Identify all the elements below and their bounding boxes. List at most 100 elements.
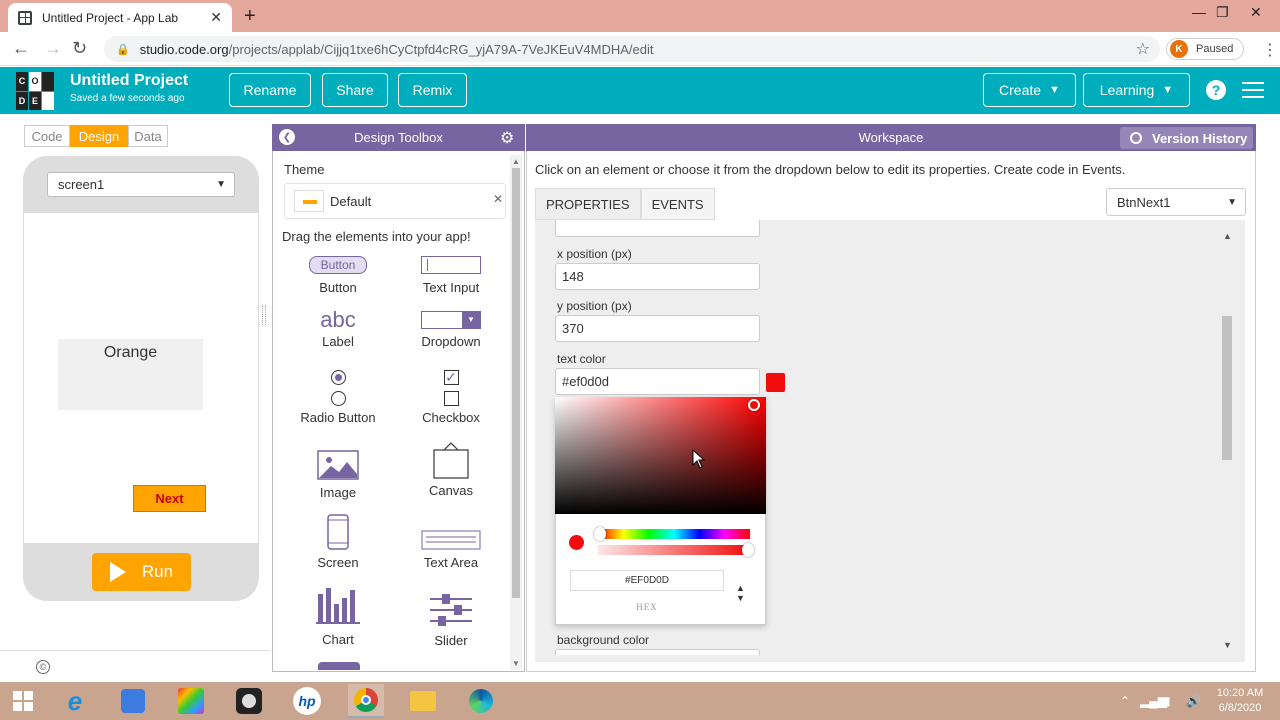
clock-icon (1130, 132, 1142, 144)
toolbox-item-canvas[interactable]: Canvas (395, 442, 507, 500)
volume-icon[interactable]: 🔊 (1186, 694, 1201, 708)
toolbox-item-text-area[interactable]: Text Area (395, 530, 507, 574)
hue-slider[interactable] (598, 529, 750, 539)
new-tab-plus-icon[interactable]: + (244, 5, 256, 28)
text-color-input[interactable]: #ef0d0d (555, 368, 760, 395)
scroll-up-icon[interactable]: ▲ (512, 157, 520, 166)
hp-app-icon[interactable]: hp (290, 684, 324, 718)
help-icon[interactable]: ? (1206, 80, 1226, 100)
system-clock[interactable]: 10:20 AM 6/8/2020 (1210, 686, 1270, 716)
hue-slider-handle[interactable] (594, 527, 606, 541)
recorder-app-icon[interactable] (232, 684, 266, 718)
panel-resize-handle[interactable] (262, 305, 266, 325)
screen-select[interactable]: screen1 ▼ (47, 172, 235, 197)
gear-icon[interactable]: ⚙ (500, 128, 514, 148)
minimize-icon[interactable]: — (1192, 4, 1206, 20)
play-icon (109, 562, 126, 582)
toolbox-item-radio-button[interactable]: Radio Button (282, 370, 394, 430)
collapse-toolbox-icon[interactable]: ❮ (279, 129, 295, 145)
previous-property-input[interactable] (555, 220, 760, 237)
close-window-icon[interactable]: ✕ (1250, 4, 1262, 21)
alpha-slider-handle[interactable] (742, 543, 754, 557)
code-org-logo[interactable]: C O D E (16, 72, 54, 110)
tray-chevron-icon[interactable]: ⌃ (1120, 694, 1130, 708)
edge-browser-icon[interactable] (464, 684, 498, 718)
screen-icon (327, 514, 349, 550)
scroll-up-icon[interactable]: ▲ (1223, 231, 1232, 241)
network-icon[interactable]: ▂▄▆ (1140, 694, 1167, 708)
scroll-down-icon[interactable]: ▼ (512, 659, 520, 668)
toolbox-next-item-partial (318, 662, 360, 670)
mode-data-button[interactable]: Data (128, 125, 168, 147)
mode-code-button[interactable]: Code (24, 125, 70, 147)
restore-icon[interactable]: ❐ (1216, 4, 1229, 21)
close-tab-icon[interactable]: ✕ (210, 9, 222, 26)
theme-value: Default (330, 194, 372, 209)
theme-label: Theme (284, 162, 325, 177)
chrome-taskbar-icon[interactable] (348, 684, 384, 718)
color-mode-toggle-icon[interactable]: ▲ ▼ (736, 583, 745, 603)
toolbox-scrollbar-thumb[interactable] (512, 168, 520, 598)
canvas-icon (433, 442, 469, 479)
browser-tab[interactable]: Untitled Project - App Lab ✕ (8, 3, 232, 32)
toolbox-item-slider[interactable]: Slider (395, 594, 507, 650)
properties-scrollbar-thumb[interactable] (1222, 316, 1232, 460)
toolbox-item-screen[interactable]: Screen (282, 514, 394, 574)
tab-properties[interactable]: PROPERTIES (535, 188, 641, 220)
scroll-down-icon[interactable]: ▼ (1223, 640, 1232, 650)
text-color-swatch[interactable] (766, 373, 785, 392)
toolbox-item-dropdown[interactable]: ▼ Dropdown (395, 308, 507, 352)
toolbox-item-label-element[interactable]: abc Label (282, 308, 394, 352)
chevron-down-icon: ▼ (216, 179, 226, 190)
preview-next-button[interactable]: Next (133, 485, 206, 512)
create-dropdown-button[interactable]: Create ▼ (983, 73, 1076, 107)
logo-blank-2 (42, 91, 54, 110)
rocket-app-icon[interactable] (116, 684, 150, 718)
preview-label-orange[interactable]: Orange (58, 339, 203, 410)
element-select[interactable]: BtnNext1 ▼ (1106, 188, 1246, 216)
chart-icon (316, 588, 360, 624)
copyright-icon[interactable]: © (36, 660, 50, 674)
toolbox-item-label: Chart (322, 632, 354, 647)
workspace-instruction: Click on an element or choose it from th… (535, 162, 1126, 177)
toolbox-item-button[interactable]: Button Button (282, 254, 394, 298)
media-app-icon[interactable] (174, 684, 208, 718)
bookmark-star-icon[interactable]: ☆ (1136, 39, 1150, 59)
toolbox-item-checkbox[interactable]: ✓ Checkbox (395, 370, 507, 430)
toolbox-item-label: Text Area (423, 555, 479, 570)
internet-explorer-icon[interactable]: e (58, 684, 92, 718)
toolbox-item-image[interactable]: Image (282, 450, 394, 500)
profile-button[interactable]: K Paused (1166, 38, 1244, 60)
hex-mode-label: HEX (636, 602, 658, 612)
reload-icon[interactable]: ↻ (72, 38, 87, 59)
battery-icon[interactable]: ▮ (1164, 694, 1171, 708)
theme-clear-icon[interactable]: ✕ (493, 192, 503, 206)
url-host: studio.code.org (139, 41, 229, 57)
alpha-slider[interactable] (598, 545, 750, 555)
hex-input[interactable]: #EF0D0D (570, 570, 724, 591)
learning-dropdown-button[interactable]: Learning ▼ (1083, 73, 1190, 107)
file-explorer-icon[interactable] (406, 684, 440, 718)
run-button[interactable]: Run (92, 553, 191, 591)
browser-menu-icon[interactable]: ⋮ (1262, 40, 1278, 60)
background-color-input[interactable] (555, 649, 760, 655)
back-arrow-icon[interactable]: ← (12, 38, 30, 59)
url-omnibox[interactable]: 🔒 studio.code.org/projects/applab/Cijjq1… (104, 36, 1160, 62)
x-position-input[interactable]: 148 (555, 263, 760, 290)
tab-events[interactable]: EVENTS (640, 188, 715, 220)
run-label: Run (141, 562, 174, 581)
y-position-input[interactable]: 370 (555, 315, 760, 342)
toolbox-item-chart[interactable]: Chart (282, 586, 394, 650)
y-position-label: y position (px) (557, 299, 632, 313)
remix-button[interactable]: Remix (398, 73, 467, 107)
share-button[interactable]: Share (322, 73, 388, 107)
version-history-button[interactable]: Version History (1120, 127, 1253, 149)
saturation-handle[interactable] (748, 399, 760, 411)
toolbox-item-text-input[interactable]: Text Input (395, 254, 507, 298)
forward-arrow-icon[interactable]: → (44, 38, 62, 59)
windows-start-icon[interactable] (6, 684, 40, 718)
mode-design-button[interactable]: Design (70, 125, 128, 147)
rename-button[interactable]: Rename (229, 73, 311, 107)
hamburger-menu-icon[interactable] (1242, 82, 1264, 98)
saturation-field[interactable] (555, 397, 766, 514)
